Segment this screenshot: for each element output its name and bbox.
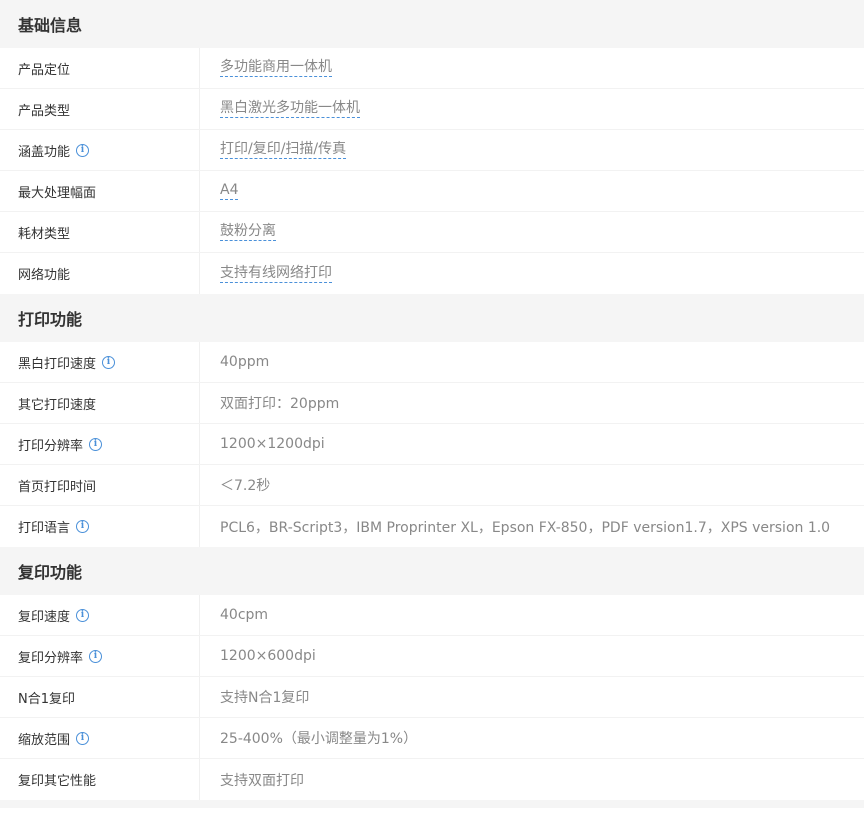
spec-value: 1200×600dpi [220,648,316,664]
spec-label-text: 涵盖功能 [18,144,71,160]
info-icon[interactable]: i [76,520,90,533]
spec-value: PCL6，BR-Script3，IBM Proprinter XL，Epson … [220,519,831,536]
spec-label-text: 黑白打印速度 [18,356,97,372]
spec-row-other-print-speed: 其它打印速度 双面打印：20ppm [0,383,864,424]
spec-label: 产品类型 [0,89,200,129]
spec-value: 双面打印：20ppm [220,396,340,412]
spec-table: 基础信息 产品定位 多功能商用一体机 产品类型 黑白激光多功能一体机 涵盖功能 i… [0,0,864,808]
info-icon[interactable]: i [102,355,116,369]
section-title-copy: 复印功能 [0,547,864,595]
section-title-basic-info: 基础信息 [0,0,864,48]
info-icon[interactable]: i [76,731,90,745]
spec-label: N合1复印 [0,677,200,717]
spec-label: 黑白打印速度 i [0,342,200,382]
info-icon[interactable]: i [76,143,90,157]
spec-label-text: 缩放范围 [18,732,71,748]
spec-value: 多功能商用一体机 [200,48,864,88]
spec-row-product-positioning: 产品定位 多功能商用一体机 [0,48,864,89]
spec-row-network: 网络功能 支持有线网络打印 [0,253,864,294]
spec-label-text: 产品定位 [18,62,71,78]
spec-value: 支持有线网络打印 [200,253,864,294]
spec-label: 复印其它性能 [0,759,200,800]
spec-row-zoom-range: 缩放范围 i 25-400%（最小调整量为1%） [0,718,864,759]
spec-row-n-in-1-copy: N合1复印 支持N合1复印 [0,677,864,718]
spec-label: 复印分辨率 i [0,636,200,676]
spec-row-functions: 涵盖功能 i 打印/复印/扫描/传真 [0,130,864,171]
spec-label: 涵盖功能 i [0,130,200,170]
spec-value-link[interactable]: 打印/复印/扫描/传真 [220,141,347,159]
spec-label-text: 耗材类型 [18,226,71,242]
spec-label: 打印分辨率 i [0,424,200,464]
section-title-print: 打印功能 [0,294,864,342]
spec-label: 缩放范围 i [0,718,200,758]
spec-value-link[interactable]: 多功能商用一体机 [220,59,332,77]
spec-label-text: N合1复印 [18,691,75,707]
spec-row-first-page-time: 首页打印时间 ＜7.2秒 [0,465,864,506]
spec-label: 复印速度 i [0,595,200,635]
spec-value: 40ppm [220,354,270,370]
spec-value: 打印/复印/扫描/传真 [200,130,864,170]
spec-value-link[interactable]: A4 [220,182,239,200]
spec-label-text: 最大处理幅面 [18,185,97,201]
spec-label: 首页打印时间 [0,465,200,505]
spec-label: 网络功能 [0,253,200,294]
spec-value: 支持双面打印 [220,772,304,789]
spec-value: 支持N合1复印 [220,690,310,706]
spec-label: 打印语言 i [0,506,200,547]
spec-label: 产品定位 [0,48,200,88]
spec-label-text: 打印分辨率 [18,438,84,454]
spec-label-text: 产品类型 [18,103,71,119]
info-icon[interactable]: i [76,608,90,622]
spec-row-consumable-type: 耗材类型 鼓粉分离 [0,212,864,253]
spec-label-text: 打印语言 [18,521,71,536]
spec-label: 其它打印速度 [0,383,200,423]
spec-value: A4 [200,171,864,211]
spec-value: 黑白激光多功能一体机 [200,89,864,129]
spec-label-text: 网络功能 [18,268,71,283]
spec-value: 1200×1200dpi [220,436,325,452]
spec-value: 鼓粉分离 [200,212,864,252]
info-icon[interactable]: i [89,649,103,663]
spec-row-print-resolution: 打印分辨率 i 1200×1200dpi [0,424,864,465]
spec-row-product-type: 产品类型 黑白激光多功能一体机 [0,89,864,130]
spec-row-bw-print-speed: 黑白打印速度 i 40ppm [0,342,864,383]
spec-label: 耗材类型 [0,212,200,252]
spec-row-print-language: 打印语言 i PCL6，BR-Script3，IBM Proprinter XL，… [0,506,864,547]
spec-label-text: 复印分辨率 [18,650,84,666]
spec-value-link[interactable]: 支持有线网络打印 [220,265,332,283]
spec-label-text: 其它打印速度 [18,397,97,413]
spec-row-copy-speed: 复印速度 i 40cpm [0,595,864,636]
spec-row-copy-resolution: 复印分辨率 i 1200×600dpi [0,636,864,677]
spec-row-other-copy-features: 复印其它性能 支持双面打印 [0,759,864,800]
spec-value-link[interactable]: 黑白激光多功能一体机 [220,100,360,118]
spec-value: ＜7.2秒 [220,478,271,494]
spec-row-max-paper-size: 最大处理幅面 A4 [0,171,864,212]
spec-value-link[interactable]: 鼓粉分离 [220,223,276,241]
spec-label: 最大处理幅面 [0,171,200,211]
bottom-divider [0,800,864,808]
spec-label-text: 复印速度 [18,609,71,625]
spec-label-text: 复印其它性能 [18,774,97,789]
info-icon[interactable]: i [89,437,103,451]
spec-label-text: 首页打印时间 [18,479,97,495]
spec-value: 25-400%（最小调整量为1%） [220,731,418,747]
spec-value: 40cpm [220,607,269,623]
